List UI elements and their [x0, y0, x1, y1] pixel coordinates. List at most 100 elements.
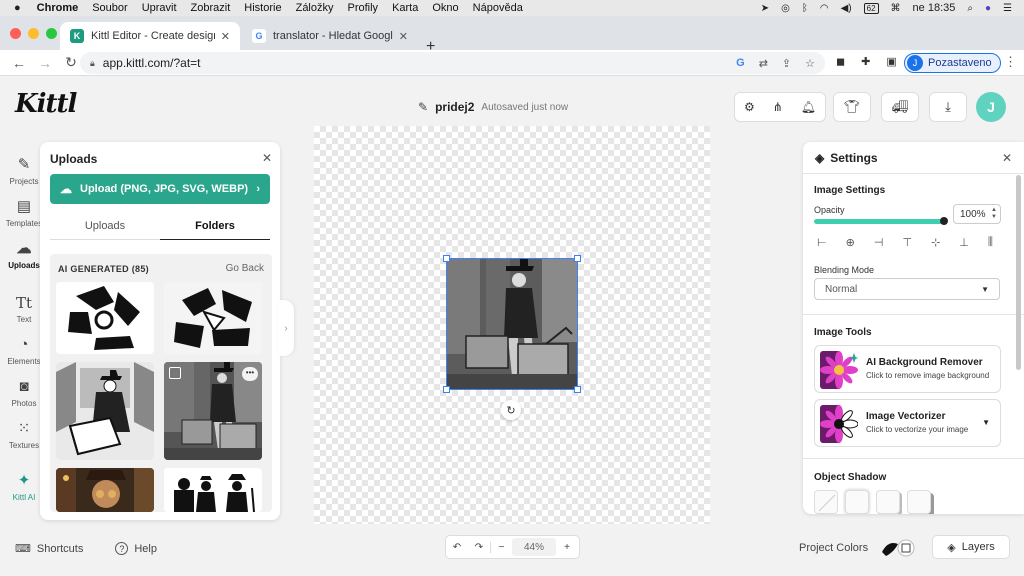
maximize-window-button[interactable] [46, 28, 57, 39]
battery-icon[interactable]: 62 [863, 2, 879, 14]
collapse-panel-handle[interactable]: › [278, 300, 294, 356]
input-source-icon[interactable]: ⌘ [891, 3, 901, 14]
download-button[interactable]: ⤓ [929, 92, 967, 122]
image-vectorizer-button[interactable]: Image Vectorizer Click to vectorize your… [814, 399, 1001, 447]
align-bottom-icon[interactable]: ⊥ [959, 236, 969, 249]
menu-napoveda[interactable]: Nápověda [473, 2, 523, 14]
share-icon[interactable]: ⇪ [782, 57, 791, 70]
apple-icon[interactable]: ● [14, 2, 21, 14]
align-center-h-icon[interactable]: ⊕ [846, 236, 855, 249]
help-button[interactable]: Help [134, 543, 157, 555]
redo-icon[interactable]: ↷ [468, 542, 490, 553]
extension-mask-icon[interactable]: ◼ [836, 55, 845, 68]
minimize-window-button[interactable] [28, 28, 39, 39]
menu-okno[interactable]: Okno [432, 2, 458, 14]
rotate-icon[interactable]: ↻ [501, 400, 521, 420]
resize-handle[interactable] [574, 386, 581, 393]
opacity-input[interactable]: 100% ▲ ▼ [953, 204, 1001, 224]
menu-soubor[interactable]: Soubor [92, 2, 127, 14]
address-bar[interactable]: 🔒︎ app.kittl.com/?at=t G ⇄ ⇪ ☆ [80, 52, 825, 74]
more-options-icon[interactable]: ••• [242, 367, 258, 381]
shadow-none-swatch[interactable] [814, 490, 838, 514]
reload-icon[interactable]: ↻ [64, 54, 78, 71]
zoom-value[interactable]: 44% [512, 538, 556, 556]
lock-icon[interactable]: 🔒︎ [90, 58, 95, 69]
menu-historie[interactable]: Historie [244, 2, 281, 14]
share-nodes-icon[interactable]: ⋔ [773, 100, 783, 114]
shadow-glow-swatch[interactable] [845, 490, 869, 514]
go-back-link[interactable]: Go Back [226, 263, 264, 274]
menu-chrome[interactable]: Chrome [37, 2, 79, 14]
resize-handle[interactable] [443, 386, 450, 393]
menu-upravit[interactable]: Upravit [142, 2, 177, 14]
sidepanel-icon[interactable]: ▣ [886, 55, 896, 68]
slider-knob[interactable] [940, 217, 948, 225]
stepper-icon[interactable]: ▲ ▼ [991, 207, 997, 221]
blending-mode-select[interactable]: Normal ▼ [814, 278, 1000, 300]
thumbnail-recycle-hands-alt[interactable] [164, 282, 262, 354]
bookmark-star-icon[interactable]: ☆ [805, 57, 815, 70]
settings-scrollbar[interactable] [1016, 175, 1021, 370]
zoom-in-button[interactable]: + [556, 542, 578, 553]
user-avatar[interactable]: J [976, 92, 1006, 122]
file-name[interactable]: pridej2 [435, 100, 474, 114]
align-top-icon[interactable]: ⊤ [902, 236, 912, 249]
print-delivery-button[interactable]: 🚚︎ [881, 92, 919, 122]
back-arrow-icon[interactable]: ← [12, 55, 26, 71]
bluetooth-icon[interactable]: ᛒ [802, 3, 808, 14]
thumbnail-steampunk-portrait[interactable] [56, 468, 154, 512]
tshirt-mockup-button[interactable]: 👕︎ [833, 92, 871, 122]
menu-zobrazit[interactable]: Zobrazit [191, 2, 231, 14]
thumbnail-recycle-hands[interactable] [56, 282, 154, 354]
tab-folders[interactable]: Folders [160, 218, 270, 240]
thumbnail-man-opening-chest[interactable]: ••• [164, 362, 262, 460]
thumbnail-silhouettes[interactable] [164, 468, 262, 512]
thumbnail-man-with-box[interactable] [56, 362, 154, 460]
distribute-icon[interactable]: ⫼ [988, 236, 993, 249]
menu-karta[interactable]: Karta [392, 2, 418, 14]
close-tab-icon[interactable]: ✕ [221, 30, 230, 43]
opacity-slider[interactable] [814, 217, 948, 225]
puzzle-icon[interactable]: ✚ [861, 55, 870, 68]
project-colors-swatch[interactable] [880, 538, 916, 558]
upload-button[interactable]: ☁ Upload (PNG, JPG, SVG, WEBP) › [50, 174, 270, 204]
shadow-drop-swatch[interactable] [876, 490, 900, 514]
select-checkbox[interactable] [169, 367, 181, 379]
location-icon[interactable]: ➤ [761, 3, 769, 14]
close-tab-icon[interactable]: ✕ [399, 30, 408, 43]
tab-translator[interactable]: G translator - Hledat Googlem ✕ [242, 22, 418, 50]
chrome-menu-icon[interactable]: ⋮ [1004, 54, 1017, 70]
help-icon[interactable]: ? [115, 542, 129, 555]
wifi-icon[interactable]: ◠ [820, 3, 829, 14]
volume-icon[interactable]: ◀) [841, 3, 852, 14]
spiral-icon[interactable]: ◎ [781, 3, 790, 14]
forward-arrow-icon[interactable]: → [38, 55, 52, 71]
undo-icon[interactable]: ↶ [446, 542, 468, 553]
spotlight-icon[interactable]: ⌕ [967, 3, 973, 14]
tab-kittl-editor[interactable]: K Kittl Editor - Create designs th ✕ [60, 22, 240, 50]
siri-icon[interactable]: ● [985, 3, 991, 14]
keyboard-icon[interactable]: ⌨ [15, 542, 31, 555]
google-lens-icon[interactable]: G [736, 57, 745, 70]
kittl-logo[interactable]: Kittl [15, 89, 77, 119]
shortcuts-button[interactable]: Shortcuts [37, 543, 83, 555]
zoom-out-button[interactable]: − [490, 541, 512, 553]
close-icon[interactable]: ✕ [1002, 151, 1012, 165]
pencil-icon[interactable]: ✎ [418, 100, 428, 114]
tab-uploads[interactable]: Uploads [50, 218, 160, 240]
align-right-icon[interactable]: ⊣ [874, 236, 884, 249]
profile-button[interactable]: J Pozastaveno [904, 53, 1001, 73]
resize-handle[interactable] [443, 255, 450, 262]
menu-zalozky[interactable]: Záložky [296, 2, 334, 14]
resize-handle[interactable] [574, 255, 581, 262]
align-middle-v-icon[interactable]: ⊹ [931, 236, 940, 249]
shadow-hard-swatch[interactable] [907, 490, 931, 514]
clock[interactable]: ne 18:35 [913, 2, 956, 14]
translate-icon[interactable]: ⇄ [759, 57, 768, 70]
menu-profily[interactable]: Profily [348, 2, 379, 14]
chevron-down-icon[interactable]: ▼ [982, 418, 990, 427]
close-icon[interactable]: ✕ [262, 151, 272, 165]
ai-background-remover-button[interactable]: AI Background Remover Click to remove im… [814, 345, 1001, 393]
bell-icon[interactable]: 🔔︎ [801, 100, 816, 114]
align-left-icon[interactable]: ⊢ [817, 236, 827, 249]
